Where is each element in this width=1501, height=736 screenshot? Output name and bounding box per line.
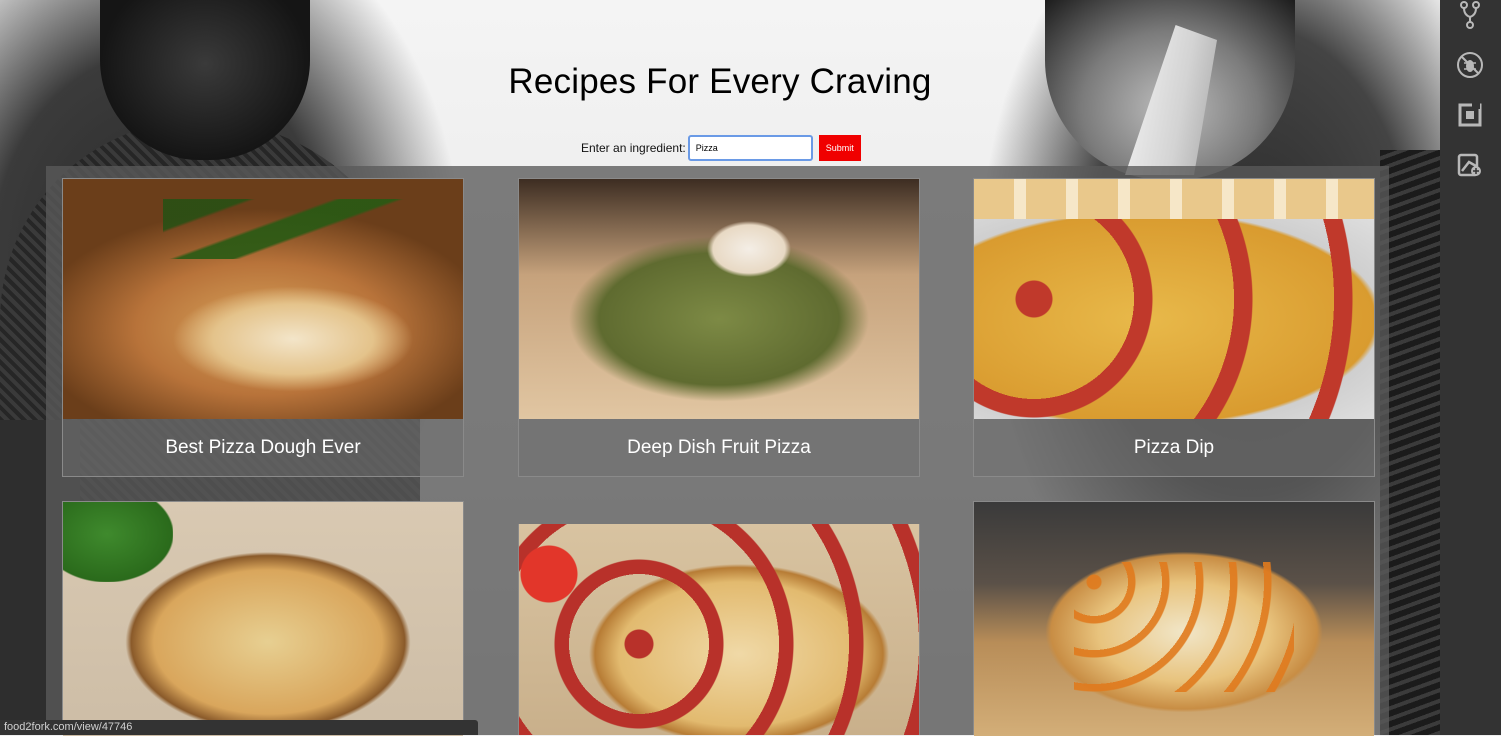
search-form: Enter an ingredient: Submit	[581, 134, 861, 162]
recipe-card[interactable]: Deep Dish Fruit Pizza	[518, 178, 920, 477]
submit-button[interactable]: Submit	[818, 135, 861, 161]
recipe-card[interactable]	[973, 501, 1375, 736]
recipe-card[interactable]: Best Pizza Dough Ever	[62, 178, 464, 477]
source-control-icon[interactable]	[1450, 0, 1490, 32]
debug-icon[interactable]	[1450, 48, 1490, 82]
recipe-image[interactable]	[974, 179, 1374, 419]
recipe-card[interactable]	[518, 524, 920, 735]
recipe-title[interactable]: Pizza Dip	[974, 419, 1374, 476]
recipe-card[interactable]	[62, 501, 464, 736]
search-label: Enter an ingredient:	[581, 141, 686, 155]
recipe-image[interactable]	[63, 502, 463, 736]
remote-explorer-icon[interactable]	[1450, 148, 1490, 182]
recipe-title[interactable]: Deep Dish Fruit Pizza	[519, 419, 919, 476]
activity-toolbar	[1440, 0, 1501, 735]
page-title: Recipes For Every Craving	[508, 62, 932, 101]
status-url: food2fork.com/view/47746	[0, 720, 478, 735]
recipe-image[interactable]	[974, 502, 1374, 736]
recipe-title[interactable]: Best Pizza Dough Ever	[63, 419, 463, 476]
recipe-card[interactable]: Pizza Dip	[973, 178, 1375, 477]
recipe-image[interactable]	[519, 524, 919, 735]
ingredient-input[interactable]	[687, 135, 813, 161]
recipe-image[interactable]	[519, 179, 919, 419]
hero-person-right	[1380, 150, 1440, 735]
recipe-image[interactable]	[63, 179, 463, 419]
extensions-icon[interactable]	[1450, 98, 1490, 132]
